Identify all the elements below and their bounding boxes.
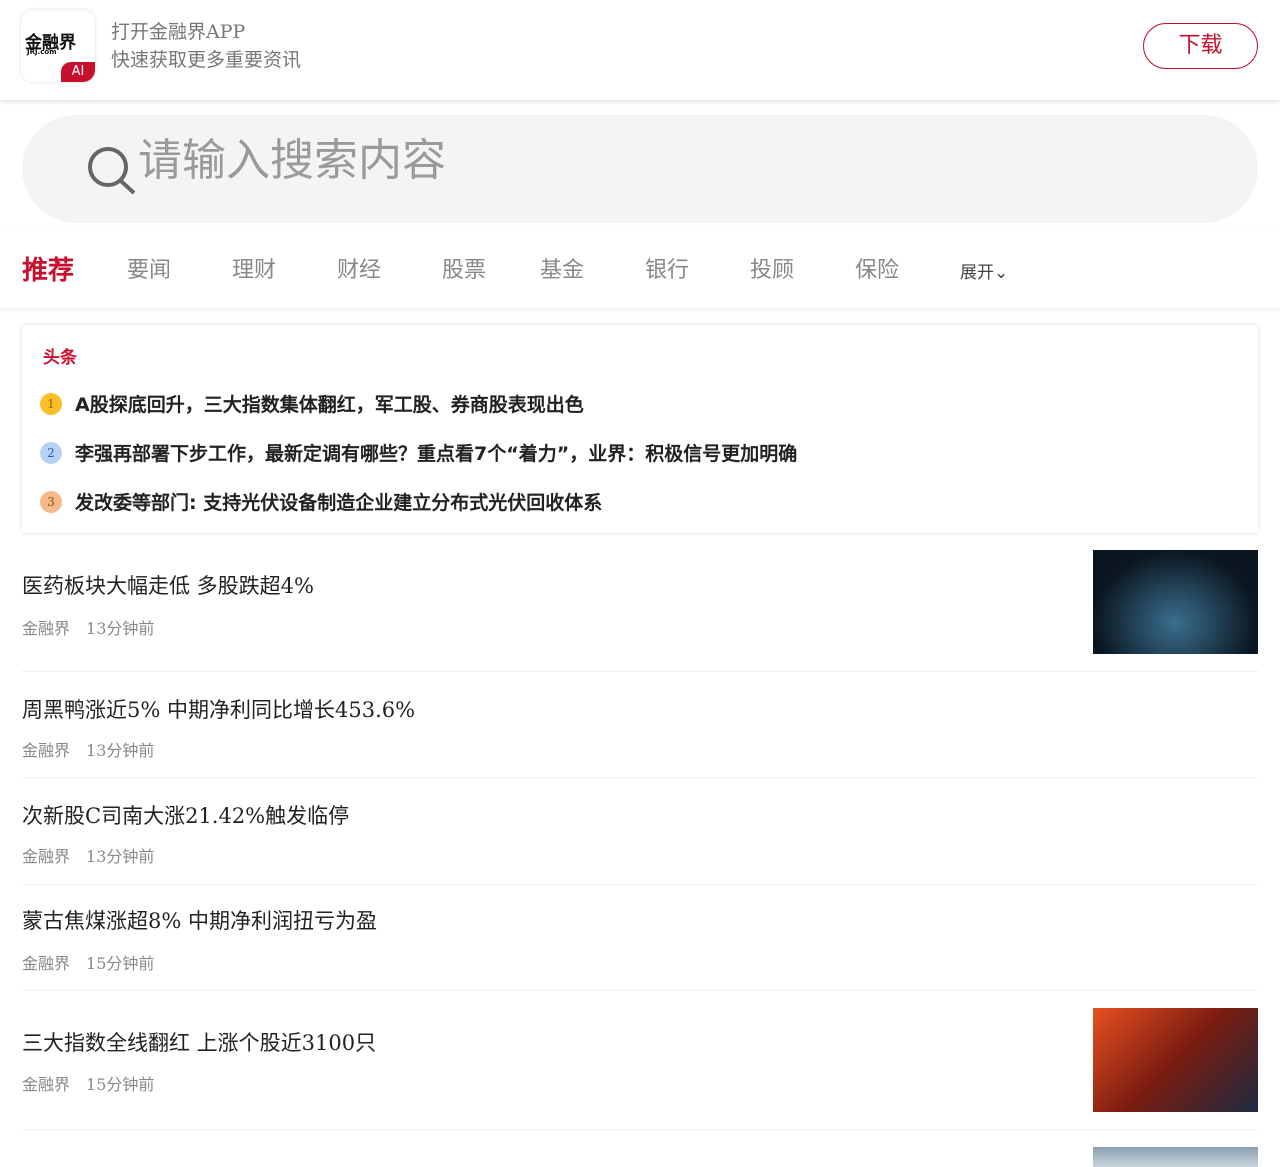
news-time: 13分钟前 bbox=[86, 619, 155, 638]
download-button[interactable]: 下载 bbox=[1143, 23, 1258, 69]
headline-title: 发改委等部门: 支持光伏设备制造企业建立分布式光伏回收体系 bbox=[75, 492, 603, 514]
app-logo: 金融界 JRJ.com AI bbox=[21, 10, 95, 82]
headlines-card: 头条 1 A股探底回升，三大指数集体翻红，军工股、券商股表现出色 2 李强再部署下步… bbox=[22, 325, 1258, 533]
news-item[interactable]: 周黑鸭涨近5% 中期净利同比增长453.6% 金融界 13分钟前 bbox=[22, 672, 1258, 778]
headline-item[interactable]: 3 发改委等部门: 支持光伏设备制造企业建立分布式光伏回收体系 bbox=[40, 488, 602, 515]
news-time: 13分钟前 bbox=[86, 741, 155, 760]
rank-badge: 1 bbox=[40, 392, 62, 415]
news-thumbnail bbox=[1093, 1147, 1258, 1167]
tab-recommend[interactable]: 推荐 bbox=[22, 250, 74, 287]
logo-sub: JRJ.com bbox=[27, 48, 57, 56]
tab-news[interactable]: 要闻 bbox=[127, 252, 171, 284]
search-bar[interactable] bbox=[22, 115, 1258, 223]
headline-item[interactable]: 1 A股探底回升，三大指数集体翻红，军工股、券商股表现出色 bbox=[40, 390, 584, 417]
tab-insurance[interactable]: 保险 bbox=[855, 252, 899, 284]
news-item[interactable]: 三大指数全线翻红 上涨个股近3100只 金融界 15分钟前 bbox=[22, 991, 1258, 1130]
news-title: 蒙古焦煤涨超8% 中期净利润扭亏为盈 bbox=[22, 909, 377, 933]
headline-title: A股探底回升，三大指数集体翻红，军工股、券商股表现出色 bbox=[75, 394, 584, 416]
headline-title: 李强再部署下步工作，最新定调有哪些？重点看7个“着力”，业界：积极信号更加明确 bbox=[75, 443, 798, 465]
expand-tabs-button[interactable]: 展开⌄ bbox=[960, 258, 1008, 283]
rank-badge: 2 bbox=[40, 441, 62, 464]
news-thumbnail bbox=[1093, 550, 1258, 654]
tab-economy[interactable]: 财经 bbox=[337, 252, 381, 284]
expand-label: 展开 bbox=[960, 263, 994, 283]
app-download-banner: 金融界 JRJ.com AI 打开金融界APP 快速获取更多重要资讯 下载 bbox=[0, 0, 1280, 100]
news-source: 金融界 bbox=[22, 741, 71, 760]
search-input[interactable] bbox=[138, 135, 1038, 186]
news-source: 金融界 bbox=[22, 1075, 71, 1094]
news-source: 金融界 bbox=[22, 619, 71, 638]
news-title: 周黑鸭涨近5% 中期净利同比增长453.6% bbox=[22, 698, 416, 722]
rank-badge: 3 bbox=[40, 490, 62, 513]
tab-stocks[interactable]: 股票 bbox=[442, 252, 486, 284]
headlines-label: 头条 bbox=[43, 348, 77, 368]
news-thumbnail bbox=[1093, 1008, 1258, 1112]
news-title: 三大指数全线翻红 上涨个股近3100只 bbox=[22, 1031, 377, 1055]
tab-finance[interactable]: 理财 bbox=[232, 252, 276, 284]
news-title: 次新股C司南大涨21.42%触发临停 bbox=[22, 804, 350, 828]
news-time: 13分钟前 bbox=[86, 847, 155, 866]
news-source: 金融界 bbox=[22, 954, 71, 973]
news-item[interactable]: 蒙古焦煤涨超8% 中期净利润扭亏为盈 金融界 15分钟前 bbox=[22, 885, 1258, 991]
tab-funds[interactable]: 基金 bbox=[540, 252, 584, 284]
news-item[interactable]: 医药板块大幅走低 多股跌超4% 金融界 13分钟前 bbox=[22, 550, 1258, 672]
logo-ai-badge: AI bbox=[61, 62, 95, 82]
banner-title: 打开金融界APP bbox=[111, 21, 246, 43]
chevron-down-icon: ⌄ bbox=[994, 263, 1009, 283]
tab-banks[interactable]: 银行 bbox=[645, 252, 689, 284]
news-time: 15分钟前 bbox=[86, 954, 155, 973]
tab-advisors[interactable]: 投顾 bbox=[750, 252, 794, 284]
news-time: 15分钟前 bbox=[86, 1075, 155, 1094]
news-source: 金融界 bbox=[22, 847, 71, 866]
search-icon bbox=[88, 147, 136, 195]
category-tabs: 推荐 要闻 理财 财经 股票 基金 银行 投顾 保险 展开⌄ bbox=[0, 228, 1280, 308]
headline-item[interactable]: 2 李强再部署下步工作，最新定调有哪些？重点看7个“着力”，业界：积极信号更加明确 bbox=[40, 439, 797, 466]
news-item[interactable]: 次新股C司南大涨21.42%触发临停 金融界 13分钟前 bbox=[22, 778, 1258, 885]
banner-subtitle: 快速获取更多重要资讯 bbox=[111, 49, 302, 71]
news-title: 医药板块大幅走低 多股跌超4% bbox=[22, 574, 314, 598]
